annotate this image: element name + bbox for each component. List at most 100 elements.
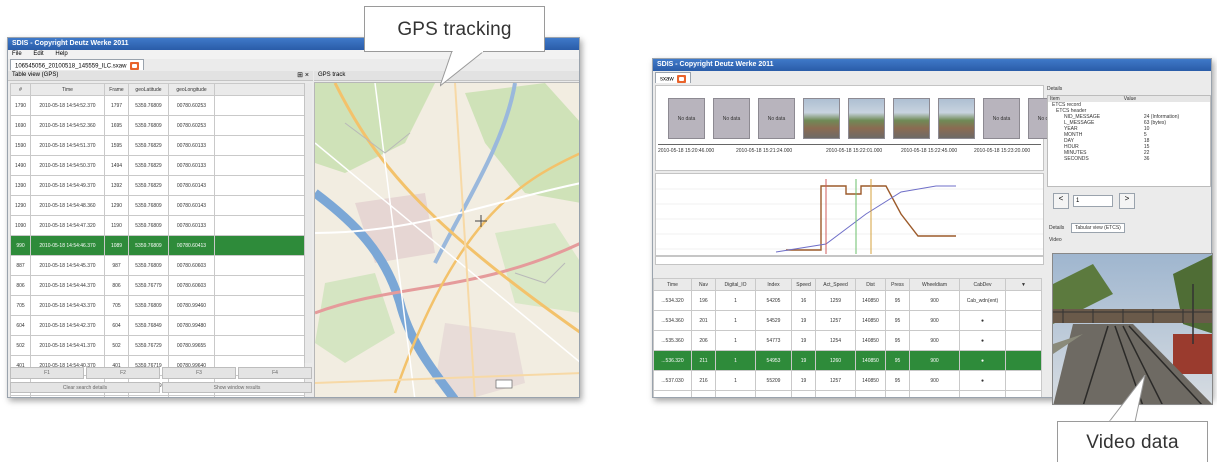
table-row[interactable]: 887 2010-05-18 14:54:45.370 987 5359.76809 0… [10,255,305,276]
etcs-col-cabdev[interactable]: CabDev [959,278,1006,291]
table-cell: 00780.99655 [168,335,215,356]
table-row[interactable]: 1690 2010-05-18 14:54:52.360 1695 5359.7680… [10,115,305,136]
tab-details[interactable]: Details [1049,225,1064,231]
col-header-frame[interactable]: Frame [104,83,129,96]
next-button[interactable]: > [1119,193,1135,209]
etcs-col-speed[interactable]: Speed [791,278,816,291]
etcs-col-dist[interactable]: Dist [855,278,886,291]
gps-table: # Time Frame geoLatitude geoLongitude 17… [10,83,305,397]
table-row[interactable]: 2002010-05-18 14:54:38.3602005359.768090… [10,395,305,397]
etcs-col-press[interactable]: Press [885,278,910,291]
thumbnail-photo[interactable] [803,98,840,139]
etcs-col-nav[interactable]: Nav [691,278,716,291]
etcs-cell: ...537.030 [653,370,692,391]
etcs-col-index[interactable]: Index [755,278,792,291]
etcs-col-time[interactable]: Time [653,278,692,291]
gps-tracking-callout: GPS tracking [364,6,545,52]
table-cell: 00780.60133 [168,215,215,236]
thumbnail-no-data[interactable]: No data [668,98,705,139]
table-cell: 5359.76829 [128,135,169,156]
thumbnail-photo[interactable] [848,98,885,139]
etcs-row[interactable]: ...537.030 216 1 55209 19 1257 140850 95 900 ● [653,370,1042,391]
table-cell-empty [214,295,305,316]
menu-help[interactable]: Help [55,51,67,57]
table-cell: 00780.60413 [168,235,215,256]
table-cell: 00780.99655 [168,395,215,397]
col-header-longitude[interactable]: geoLongitude [168,83,215,96]
table-row[interactable]: 502 2010-05-18 14:54:41.370 502 5359.76729 0… [10,335,305,356]
table-row[interactable]: 1390 2010-05-18 14:54:49.370 1392 5359.7682… [10,175,305,196]
thumbnail-no-data[interactable]: No data [983,98,1020,139]
etcs-cell: 1257 [815,310,856,331]
video-callout-pointer [1107,375,1146,423]
clear-search-button[interactable]: Clear search details [10,382,160,393]
show-window-button[interactable]: Show window results [162,382,312,393]
etcs-cell: 1 [715,330,756,351]
etcs-row[interactable]: ...535.360 206 1 54773 19 1254 140850 95 900 ● [653,330,1042,351]
table-row[interactable]: 1090 2010-05-18 14:54:47.320 1190 5359.7680… [10,215,305,236]
close-tab-right-icon[interactable] [677,75,687,83]
table-cell-empty [214,95,305,116]
tab-tabular-view[interactable]: Tabular view (ETCS) [1071,223,1125,233]
thumbnail-no-data[interactable]: No data [713,98,750,139]
table-row[interactable]: 806 2010-05-18 14:54:44.370 806 5359.76779 0… [10,275,305,296]
nav-field[interactable]: 1 [1073,195,1113,207]
table-row[interactable]: 705 2010-05-18 14:54:43.370 705 5359.76809 0… [10,295,305,316]
etcs-row[interactable]: ...538.32022115539219126014085095900● [653,390,1042,397]
gps-map[interactable] [314,82,579,397]
col-header-index[interactable]: # [10,83,31,96]
etcs-row[interactable]: ...534.320 196 1 54205 16 1259 140850 95 900 Cab_… [653,290,1042,311]
table-scrollbar[interactable] [304,83,312,363]
f1-button[interactable]: F1 [10,367,84,379]
close-tab-icon[interactable] [130,62,140,70]
etcs-col-wheeldiam[interactable]: Wheeldiam [909,278,960,291]
col-header-time[interactable]: Time [30,83,105,96]
panel-pin-close-icon[interactable]: ⊞ × [297,71,309,79]
image-thumbnails: No data No data No data No data No data [668,98,1065,139]
etcs-table: Time Nav Digital_IO Index Speed Act_Spee… [653,278,1042,397]
etcs-col-digital-io[interactable]: Digital_IO [715,278,756,291]
table-cell: 200 [104,395,129,397]
table-cell: 5359.76809 [128,115,169,136]
etcs-col-act-speed[interactable]: Act_Speed [815,278,856,291]
thumbnail-photo[interactable] [893,98,930,139]
table-cell: 1392 [104,175,129,196]
table-row[interactable]: 1290 2010-05-18 14:54:48.360 1290 5359.7680… [10,195,305,216]
col-header-latitude[interactable]: geoLatitude [128,83,169,96]
thumbnail-no-data[interactable]: No data [758,98,795,139]
prev-button[interactable]: < [1053,193,1069,209]
etcs-cell: Cab_wdn(ent) [959,290,1006,311]
table-row[interactable]: 1490 2010-05-18 14:54:50.370 1494 5359.7682… [10,155,305,176]
table-row[interactable]: 990 2010-05-18 14:54:46.370 1089 5359.76809… [10,235,305,256]
etcs-cell: 1257 [815,370,856,391]
window-title-right: SDIS - Copyright Deutz Werke 2011 [653,59,1211,71]
table-cell: 502 [10,335,31,356]
etcs-cell: ...534.360 [653,310,692,331]
table-cell: 00780.99480 [168,315,215,336]
document-tab[interactable]: 106545056_20100518_145559_ILC.sxaw [10,59,145,70]
table-cell: 5359.76809 [128,255,169,276]
table-cell: 2010-05-18 14:54:51.370 [30,135,105,156]
etcs-col-dropdown[interactable]: ▼ [1005,278,1042,291]
etcs-row[interactable]: ...534.360 201 1 54529 19 1257 140850 95 900 ● [653,310,1042,331]
table-cell: 2010-05-18 14:54:52.360 [30,115,105,136]
table-cell-empty [214,315,305,336]
document-tab-right[interactable]: sxaw [655,72,692,83]
etcs-row[interactable]: ...536.320 211 1 54953 19 1260 140850 95 900 ● [653,350,1042,371]
thumbnail-photo[interactable] [938,98,975,139]
f2-button[interactable]: F2 [86,367,160,379]
table-cell: 00780.99460 [168,295,215,316]
menu-edit[interactable]: Edit [33,51,43,57]
etcs-cell: ● [959,330,1006,351]
table-cell: 1089 [104,235,129,256]
table-cell: 00780.60603 [168,275,215,296]
table-cell: 806 [10,275,31,296]
table-row[interactable]: 1790 2010-05-18 14:54:52.370 1797 5359.7680… [10,95,305,116]
menu-file[interactable]: File [12,51,22,57]
map-panel-title: GPS track [318,72,346,78]
table-row[interactable]: 604 2010-05-18 14:54:42.370 604 5359.76849 0… [10,315,305,336]
f4-button[interactable]: F4 [238,367,312,379]
f3-button[interactable]: F3 [162,367,236,379]
table-row[interactable]: 1590 2010-05-18 14:54:51.370 1595 5359.7682… [10,135,305,156]
details-row[interactable]: SECONDS 36 [1048,156,1210,162]
